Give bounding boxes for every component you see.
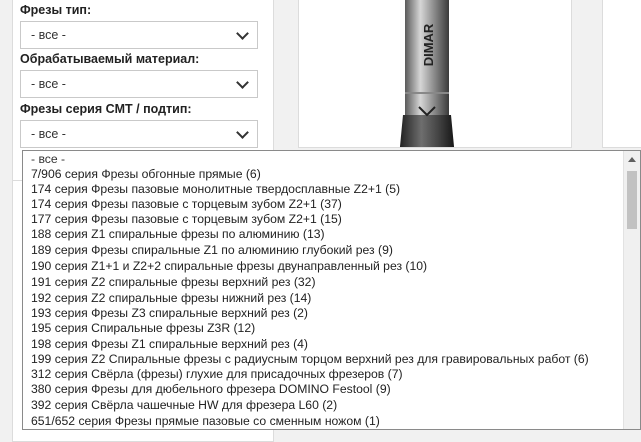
type-filter-label: Фрезы тип: bbox=[20, 3, 92, 17]
dropdown-option[interactable]: 380 серия Фрезы для дюбельного фрезера D… bbox=[31, 382, 391, 397]
dropdown-option[interactable]: 312 серия Свёрла (фрезы) глухие для прис… bbox=[31, 367, 403, 382]
material-select[interactable]: - все - bbox=[20, 70, 258, 98]
dropdown-option[interactable]: 198 серия Фрезы Z1 спиральные верхний ре… bbox=[31, 337, 308, 352]
dropdown-option[interactable]: 174 серия Фрезы пазовые монолитные тверд… bbox=[31, 182, 400, 197]
type-select[interactable]: - все - bbox=[20, 21, 258, 49]
dropdown-option[interactable]: 192 серия Z2 спиральные фрезы нижний рез… bbox=[31, 291, 311, 306]
dropdown-option[interactable]: - все - bbox=[31, 152, 65, 167]
router-bit-image: DIMAR bbox=[399, 0, 455, 147]
scroll-up-arrow-icon[interactable] bbox=[628, 157, 636, 162]
series-filter-label: Фрезы серия CMT / подтип: bbox=[20, 102, 192, 116]
scroll-thumb[interactable] bbox=[627, 171, 637, 229]
series-select-value: - все - bbox=[31, 127, 66, 141]
chevron-down-icon bbox=[236, 26, 249, 40]
series-dropdown-list[interactable]: - все - 7/906 серия Фрезы обгонные прямы… bbox=[22, 150, 641, 430]
material-filter-label: Обрабатываемый материал: bbox=[20, 52, 200, 66]
product-image-panel: DIMAR bbox=[298, 0, 572, 148]
chevron-down-icon bbox=[236, 75, 249, 89]
dropdown-option[interactable]: 191 серия Z2 спиральные фрезы верхний ре… bbox=[31, 275, 316, 290]
series-select[interactable]: - все - bbox=[20, 120, 258, 148]
right-panel bbox=[602, 0, 641, 148]
dropdown-option[interactable]: 177 серия Фрезы пазовые с торцевым зубом… bbox=[31, 212, 342, 227]
dropdown-option[interactable]: 189 серия Фрезы спиральные Z1 по алюмини… bbox=[31, 243, 393, 258]
dropdown-option[interactable]: 199 серия Z2 Спиральные фрезы с радиусны… bbox=[31, 352, 589, 367]
brand-text: DIMAR bbox=[421, 23, 436, 66]
dropdown-option[interactable]: 651/652 серия Фрезы прямые пазовые со см… bbox=[31, 414, 380, 429]
type-select-value: - все - bbox=[31, 28, 66, 42]
dropdown-option[interactable]: 195 серия Спиральные фрезы Z3R (12) bbox=[31, 321, 255, 336]
dropdown-option[interactable]: 190 серия Z1+1 и Z2+2 спиральные фрезы д… bbox=[31, 259, 427, 274]
dropdown-option[interactable]: 392 серия Свёрла чашечные HW для фрезера… bbox=[31, 398, 337, 413]
dropdown-option[interactable]: 174 серия Фрезы пазовые с торцевым зубом… bbox=[31, 197, 342, 212]
dropdown-option[interactable]: 193 серия Фрезы Z3 спиральные верхний ре… bbox=[31, 306, 308, 321]
dropdown-option[interactable]: 7/906 серия Фрезы обгонные прямые (6) bbox=[31, 167, 261, 182]
chevron-down-icon bbox=[236, 125, 249, 139]
material-select-value: - все - bbox=[31, 77, 66, 91]
dropdown-scrollbar[interactable] bbox=[623, 151, 640, 429]
dropdown-option[interactable]: 188 серия Z1 спиральные фрезы по алюмини… bbox=[31, 227, 325, 242]
